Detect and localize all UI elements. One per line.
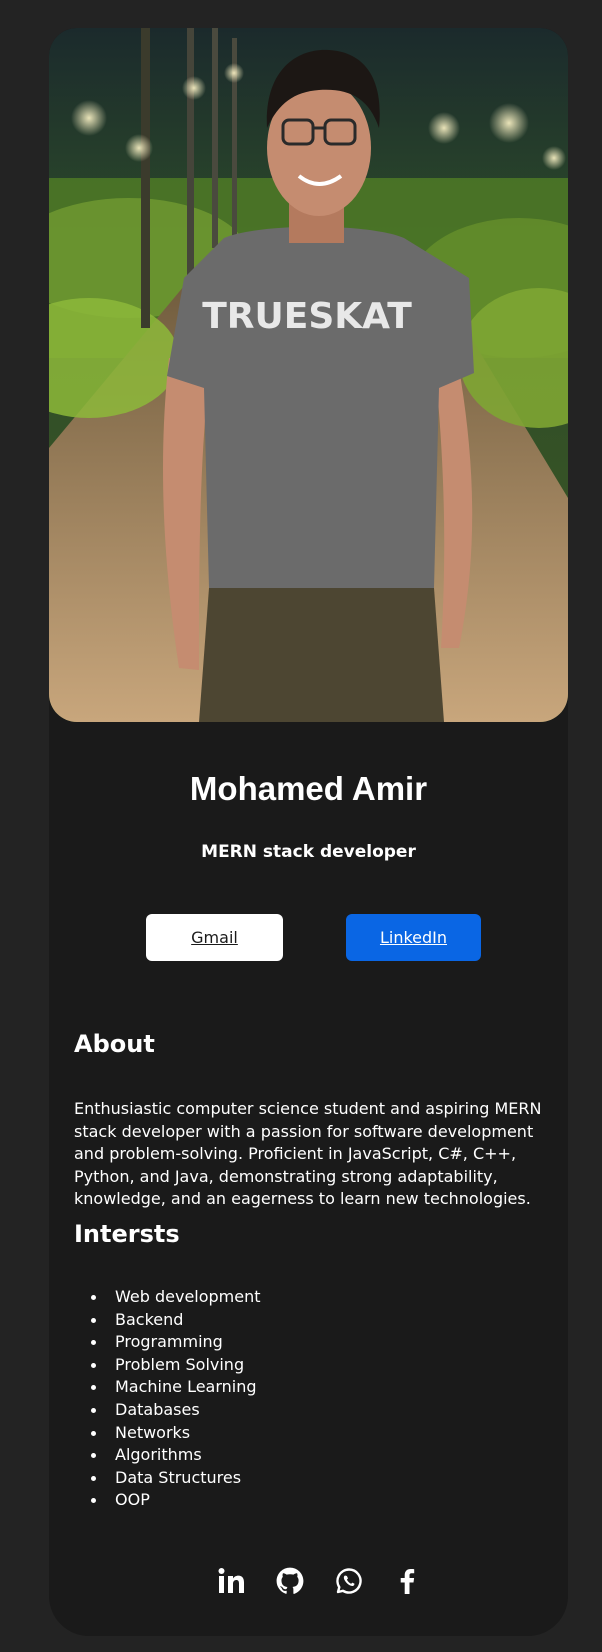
shirt-text: TRUESKAT xyxy=(202,296,412,337)
profile-name: Mohamed Amir xyxy=(189,770,428,807)
interest-item: OOP xyxy=(91,1489,261,1512)
interests-list: Web development Backend Programming Prob… xyxy=(74,1286,261,1512)
linkedin-button[interactable]: LinkedIn xyxy=(346,914,481,961)
profile-photo: TRUESKAT xyxy=(49,28,568,722)
about-text: Enthusiastic computer science student an… xyxy=(74,1099,542,1208)
github-icon[interactable] xyxy=(275,1566,305,1596)
profile-role: MERN stack developer xyxy=(201,842,416,862)
interest-item: Web development xyxy=(91,1286,261,1309)
social-links xyxy=(49,1566,568,1600)
profile-card: TRUESKAT Mohamed Amir MERN stack develop… xyxy=(49,28,568,1636)
linkedin-icon[interactable] xyxy=(216,1566,246,1596)
interest-item: Backend xyxy=(91,1309,261,1332)
interest-item: Data Structures xyxy=(91,1467,261,1490)
interest-item: Algorithms xyxy=(91,1444,261,1467)
whatsapp-icon[interactable] xyxy=(334,1566,364,1596)
interest-item: Networks xyxy=(91,1422,261,1445)
gmail-button[interactable]: Gmail xyxy=(146,914,283,961)
interest-item: Problem Solving xyxy=(91,1354,261,1377)
interest-item: Machine Learning xyxy=(91,1376,261,1399)
about-heading: About xyxy=(74,1030,155,1058)
interests-heading: Intersts xyxy=(74,1220,180,1248)
interest-item: Programming xyxy=(91,1331,261,1354)
interest-item: Databases xyxy=(91,1399,261,1422)
facebook-icon[interactable] xyxy=(393,1566,423,1596)
